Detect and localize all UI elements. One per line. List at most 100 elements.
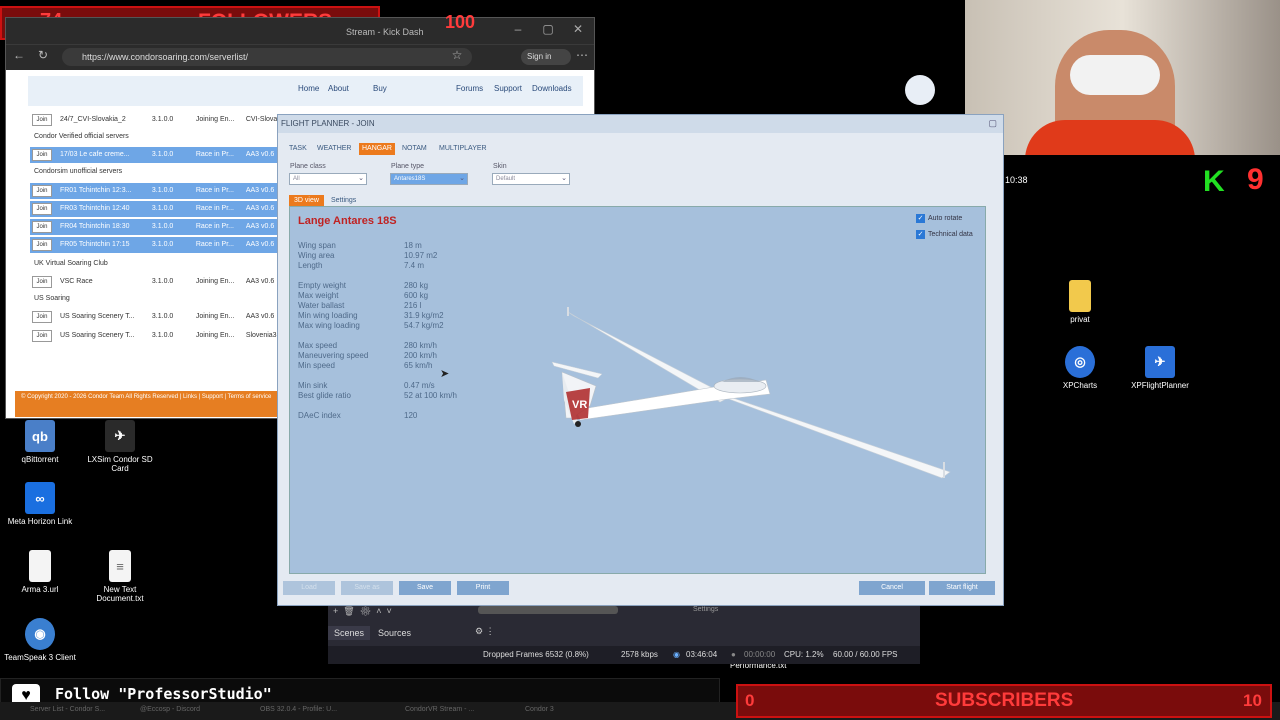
taskbar-item[interactable]: Condor 3	[525, 706, 554, 713]
load-button[interactable]: Load	[283, 581, 335, 595]
maximize-icon[interactable]: ▢	[538, 22, 558, 36]
spec-value: 65 km/h	[404, 361, 433, 370]
taskbar-item[interactable]: OBS 32.0.4 - Profile: U...	[260, 706, 337, 713]
taskbar-item[interactable]: @Eccosp - Discord	[140, 706, 200, 713]
save-as-button[interactable]: Save as	[341, 581, 393, 595]
join-button[interactable]: Join	[32, 311, 52, 323]
gear-icon[interactable]: ⚙ ⋮	[475, 626, 495, 637]
spec-label: Wing area	[298, 251, 335, 260]
vatsim-radar-icon[interactable]	[905, 75, 935, 105]
join-button[interactable]: Join	[32, 185, 52, 197]
desktop-icon-label: Meta Horizon Link	[7, 517, 73, 526]
join-button[interactable]: Join	[32, 203, 52, 215]
server-row[interactable]: Join 17/03 Le cafe creme... 3.1.0.0 Race…	[30, 147, 286, 163]
hangar-3d-view[interactable]: Lange Antares 18S Wing span 18 m Wing ar…	[289, 206, 986, 574]
server-status: Race in Pr...	[195, 187, 234, 194]
taskbar-item[interactable]: CondorVR Stream - ...	[405, 706, 474, 713]
server-name: FR01 Tchintchin 12:3...	[59, 187, 132, 194]
desktop-icon-xpcharts[interactable]: ◎ XPCharts	[1040, 346, 1120, 390]
server-row[interactable]: Join VSC Race 3.1.0.0 Joining En... AA3 …	[30, 274, 286, 290]
tab-sources[interactable]: Sources	[372, 626, 417, 640]
delete-icon[interactable]: 🗑	[343, 606, 354, 616]
print-button[interactable]: Print	[457, 581, 509, 595]
desktop-icon-privat[interactable]: privat	[1040, 280, 1120, 324]
spec-label: Max speed	[298, 341, 338, 350]
sign-in-button[interactable]: Sign in	[521, 49, 571, 65]
nav-forums[interactable]: Forums	[456, 84, 483, 93]
technical-data-checkbox[interactable]: ✓ Technical data	[916, 228, 973, 241]
url-field[interactable]: https://www.condorsoaring.com/serverlist…	[62, 48, 472, 66]
tail-mark: VR	[572, 399, 587, 411]
skin-label: Skin	[493, 163, 507, 170]
desktop-icon-qbittorrent[interactable]: qb qBittorrent	[0, 420, 80, 464]
join-button[interactable]: Join	[32, 330, 52, 342]
join-button[interactable]: Join	[32, 114, 52, 126]
server-row[interactable]: Join 24/7_CVI-Slovakia_2 3.1.0.0 Joining…	[30, 112, 286, 128]
taskbar-item[interactable]: Server List - Condor S...	[30, 706, 105, 713]
desktop-icon-meta-horizon[interactable]: ∞ Meta Horizon Link	[0, 482, 80, 526]
gear-icon[interactable]: ⚙	[360, 606, 371, 616]
server-row[interactable]: Join FR03 Tchintchin 12:40 3.1.0.0 Race …	[30, 201, 286, 217]
vr-headset	[1070, 55, 1160, 95]
nav-about[interactable]: About	[328, 84, 349, 93]
spec-label: Min wing loading	[298, 311, 358, 320]
join-button[interactable]: Join	[32, 149, 52, 161]
spec-label: Best glide ratio	[298, 391, 351, 400]
star-icon[interactable]: ☆	[448, 48, 466, 62]
arrow-down-icon[interactable]: ˅	[386, 606, 391, 616]
server-row[interactable]: Join US Soaring Scenery T... 3.1.0.0 Joi…	[30, 328, 286, 344]
server-status: Joining En...	[195, 332, 235, 339]
tab-weather[interactable]: WEATHER	[314, 143, 354, 155]
desktop-icon-teamspeak[interactable]: ◉ TeamSpeak 3 Client	[0, 618, 80, 662]
join-button[interactable]: Join	[32, 221, 52, 233]
server-name: US Soaring Scenery T...	[59, 332, 135, 339]
server-row[interactable]: Join FR04 Tchintchin 18:30 3.1.0.0 Race …	[30, 219, 286, 235]
arrow-up-icon[interactable]: ˄	[376, 606, 381, 616]
obs-settings[interactable]: Settings	[693, 606, 718, 613]
tab-task[interactable]: TASK	[286, 143, 310, 155]
server-row[interactable]: Join FR01 Tchintchin 12:3... 3.1.0.0 Rac…	[30, 183, 286, 199]
nav-downloads[interactable]: Downloads	[532, 84, 572, 93]
reload-icon[interactable]: ↻	[34, 48, 52, 62]
teamspeak-icon: ◉	[25, 618, 55, 650]
site-nav: Home About Buy Forums Support Downloads	[28, 76, 583, 106]
desktop-icon-arma[interactable]: Arma 3.url	[0, 550, 80, 594]
browser-titlebar: Stream - Kick Dash – ▢ ✕	[6, 18, 594, 44]
cpu-usage: CPU: 1.2%	[784, 650, 824, 659]
browser-tab[interactable]: Stream - Kick Dash	[346, 22, 456, 42]
server-status: Joining En...	[195, 313, 235, 320]
rec-icon: ●	[731, 650, 736, 659]
kick-logo-icon: K	[1203, 165, 1225, 198]
add-icon[interactable]: +	[333, 606, 338, 616]
start-flight-button[interactable]: Start flight	[929, 581, 995, 595]
save-button[interactable]: Save	[399, 581, 451, 595]
auto-rotate-checkbox[interactable]: ✓ Auto rotate	[916, 212, 962, 225]
close-icon[interactable]: ✕	[568, 22, 588, 36]
subtab-settings[interactable]: Settings	[326, 195, 361, 206]
nav-support[interactable]: Support	[494, 84, 522, 93]
more-icon[interactable]: ⋯	[573, 48, 591, 62]
minimize-icon[interactable]: –	[508, 22, 528, 36]
desktop-icon-lxsim[interactable]: ✈ LXSim Condor SD Card	[80, 420, 160, 473]
tab-multiplayer[interactable]: MULTIPLAYER	[436, 143, 490, 155]
auto-rotate-label: Auto rotate	[928, 215, 963, 222]
plane-type-select[interactable]: Antares18S ⌄	[390, 173, 468, 185]
tab-notam[interactable]: NOTAM	[399, 143, 430, 155]
nav-home[interactable]: Home	[298, 84, 319, 93]
planner-close-icon[interactable]: ▢	[988, 118, 997, 129]
join-button[interactable]: Join	[32, 239, 52, 251]
tab-scenes[interactable]: Scenes	[328, 626, 371, 640]
nav-buy[interactable]: Buy	[373, 84, 387, 93]
plane-class-select[interactable]: All ⌄	[289, 173, 367, 185]
desktop-icon-new-text[interactable]: ≡ New Text Document.txt	[80, 550, 160, 603]
back-icon[interactable]: ←	[10, 48, 28, 62]
desktop-icon-xpflightplanner[interactable]: ✈ XPFlightPlanner	[1120, 346, 1200, 390]
tab-hangar[interactable]: HANGAR	[359, 143, 395, 155]
skin-select[interactable]: Default ⌄	[492, 173, 570, 185]
server-row[interactable]: Join FR05 Tchintchin 17:15 3.1.0.0 Race …	[30, 237, 286, 253]
server-row[interactable]: Join US Soaring Scenery T... 3.1.0.0 Joi…	[30, 309, 286, 325]
cancel-button[interactable]: Cancel	[859, 581, 925, 595]
join-button[interactable]: Join	[32, 276, 52, 288]
subtab-3d-view[interactable]: 3D view	[289, 195, 324, 206]
audio-meter[interactable]	[478, 606, 618, 614]
